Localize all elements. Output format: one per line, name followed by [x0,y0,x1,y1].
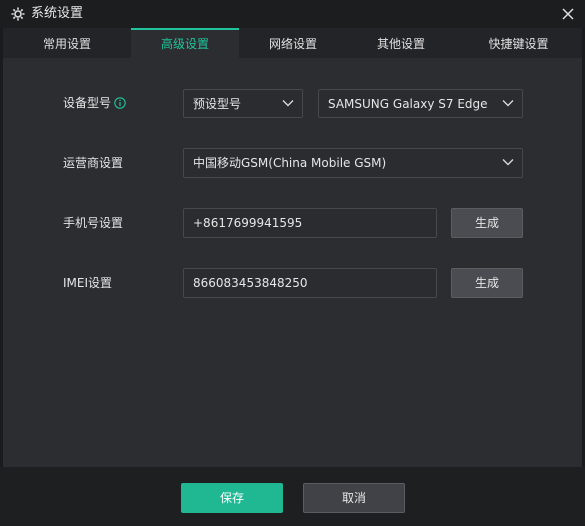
tab-advanced[interactable]: 高级设置 [131,28,239,58]
phone-label: 手机号设置 [63,216,124,230]
tab-shortcuts[interactable]: 快捷键设置 [455,28,582,58]
tab-network[interactable]: 网络设置 [239,28,347,58]
phone-value: +8617699941595 [193,216,303,230]
carrier-label: 运营商设置 [63,156,124,170]
imei-input[interactable]: 866083453848250 [183,268,437,298]
carrier-value: 中国移动GSM(China Mobile GSM) [193,156,387,170]
chevron-down-icon [502,159,514,166]
gear-icon [10,6,26,22]
imei-value: 866083453848250 [193,276,308,290]
device-model-value: SAMSUNG Galaxy S7 Edge [328,97,488,111]
footer-bar [0,467,585,526]
carrier-select[interactable]: 中国移动GSM(China Mobile GSM) [183,148,523,178]
save-button[interactable]: 保存 [181,483,283,513]
close-icon[interactable] [561,6,575,20]
settings-panel [3,58,582,467]
preset-model-select[interactable]: 预设型号 [183,89,303,118]
tab-general[interactable]: 常用设置 [3,28,131,58]
window-title: 系统设置 [31,6,84,21]
info-icon[interactable] [114,97,126,109]
title-bar: 系统设置 [0,0,585,28]
chevron-down-icon [282,100,294,107]
device-model-label: 设备型号 [63,95,126,111]
tab-bar: 常用设置 高级设置 网络设置 其他设置 快捷键设置 [3,28,582,58]
settings-window: 系统设置 常用设置 高级设置 网络设置 其他设置 快捷键设置 设备型号 预设型号… [0,0,585,526]
imei-label: IMEI设置 [63,276,113,290]
generate-imei-button[interactable]: 生成 [451,268,523,298]
preset-model-value: 预设型号 [193,97,242,111]
device-model-select[interactable]: SAMSUNG Galaxy S7 Edge [318,89,523,118]
cancel-button[interactable]: 取消 [303,483,405,513]
tab-other[interactable]: 其他设置 [347,28,455,58]
generate-phone-button[interactable]: 生成 [451,208,523,238]
device-model-label-text: 设备型号 [63,96,112,110]
phone-input[interactable]: +8617699941595 [183,208,437,238]
chevron-down-icon [502,100,514,107]
